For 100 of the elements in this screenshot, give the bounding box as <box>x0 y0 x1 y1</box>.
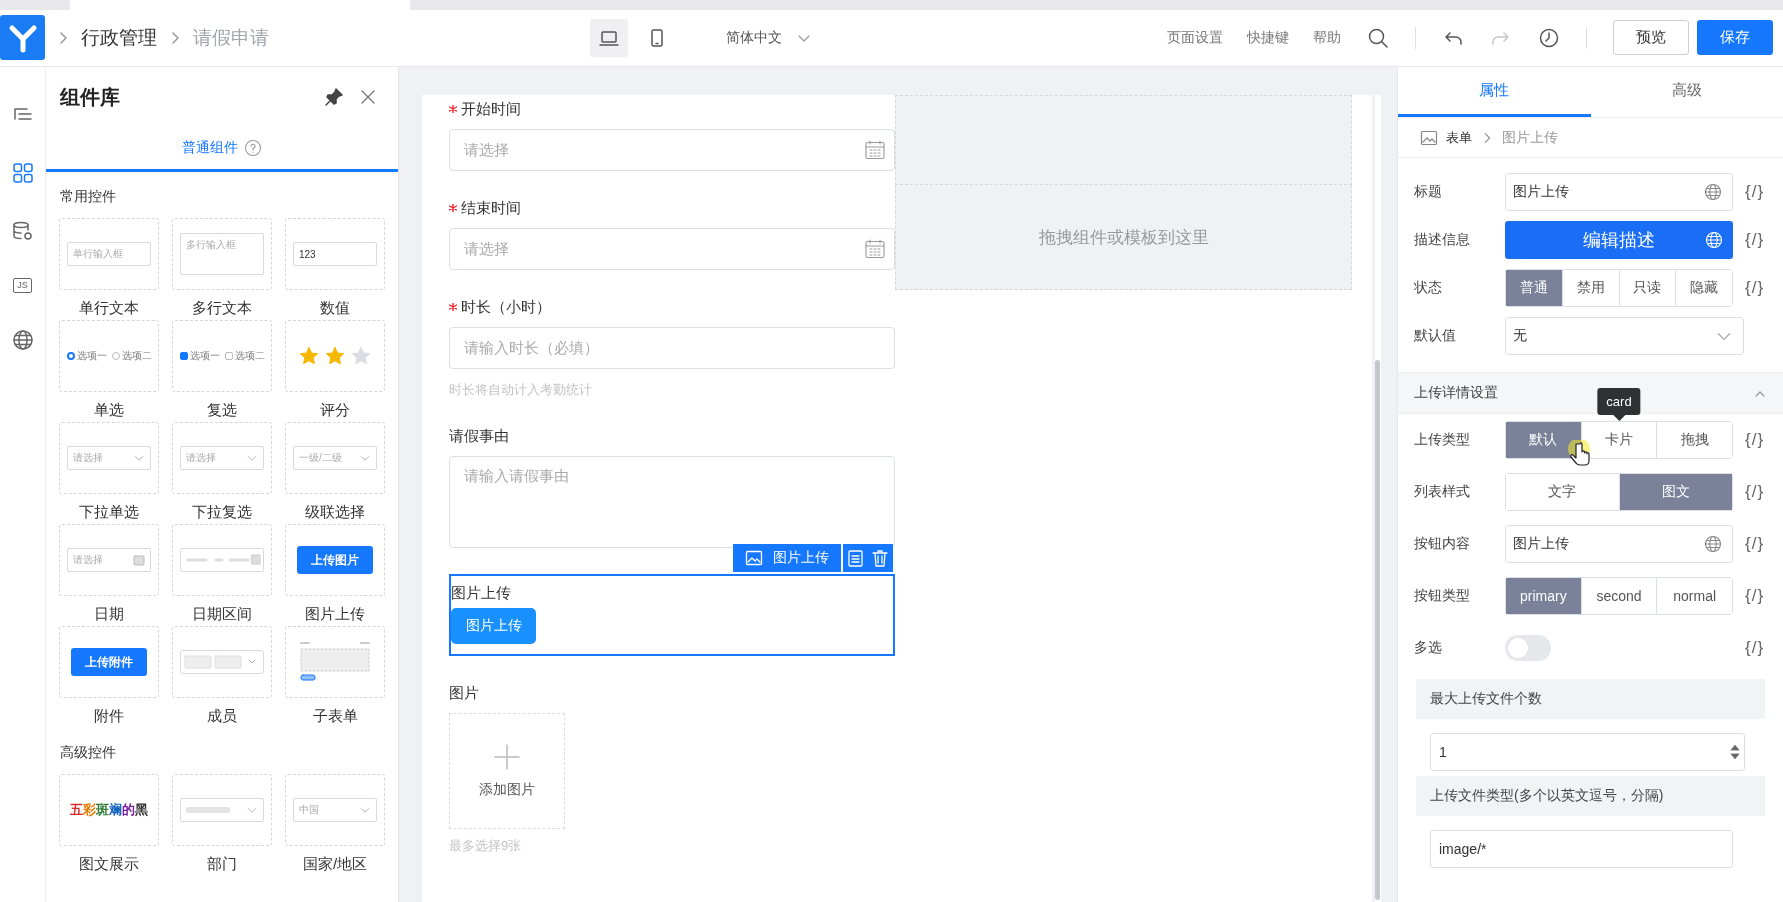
property-label: 多选 <box>1414 639 1443 657</box>
preview-field: 请选择 <box>67 548 151 572</box>
component-label: 复选 <box>207 401 237 420</box>
select-input[interactable]: 无 <box>1505 317 1744 355</box>
script-button[interactable]: JS <box>13 278 32 293</box>
component-tile[interactable]: 上传图片 <box>285 524 385 596</box>
option-label: 选项二 <box>224 349 265 363</box>
edit-description-button[interactable]: 编辑描述 <box>1505 221 1733 259</box>
search-button[interactable] <box>1367 26 1389 49</box>
section-title: 高级控件 <box>59 743 117 762</box>
history-button[interactable] <box>1538 26 1560 49</box>
component-tile[interactable] <box>172 774 272 846</box>
globe-icon <box>1705 231 1723 249</box>
delete-button[interactable] <box>870 548 890 568</box>
code-binding-button[interactable]: {/} <box>1745 586 1765 606</box>
preview-field: 单行输入框 <box>67 242 151 266</box>
segment-option[interactable]: 普通 <box>1506 270 1562 306</box>
code-binding-button[interactable]: {/} <box>1745 230 1765 250</box>
toolbar-link[interactable]: 页面设置 <box>1167 28 1223 47</box>
calendar-icon <box>864 238 886 260</box>
toolbar-link[interactable]: 帮助 <box>1313 28 1341 47</box>
component-tile[interactable]: 选项一 选项二 <box>59 320 159 392</box>
breadcrumb-current: 图片上传 <box>1502 128 1558 147</box>
image-icon <box>1420 128 1438 147</box>
code-binding-button[interactable]: {/} <box>1745 638 1765 658</box>
component-tile[interactable]: 选项一 选项二 <box>172 320 272 392</box>
segment-option[interactable]: normal <box>1656 578 1732 614</box>
pin-button[interactable] <box>324 87 344 107</box>
copy-button[interactable] <box>846 548 866 568</box>
component-tile[interactable]: 123 <box>285 218 385 290</box>
property-label: 描述信息 <box>1414 231 1471 249</box>
panel-title: 组件库 <box>60 84 120 110</box>
breadcrumb-link[interactable]: 表单 <box>1446 128 1472 147</box>
component-label: 单行文本 <box>79 299 139 318</box>
component-label: 级联选择 <box>305 503 365 522</box>
panel-tab[interactable]: 属性 <box>1398 67 1591 117</box>
panel-tab[interactable]: 高级 <box>1590 67 1783 117</box>
add-image-box[interactable]: 添加图片 <box>449 713 565 829</box>
component-label: 国家/地区 <box>302 855 368 874</box>
code-binding-button[interactable]: {/} <box>1745 182 1765 202</box>
plus-icon <box>493 743 521 771</box>
code-binding-button[interactable]: {/} <box>1745 430 1765 450</box>
segment-option[interactable]: 隐藏 <box>1675 270 1732 306</box>
option-label: 选项一 <box>66 349 107 363</box>
preview-button[interactable]: 预览 <box>1613 20 1689 56</box>
component-tile[interactable] <box>172 524 272 596</box>
component-tile[interactable] <box>172 626 272 698</box>
component-tile[interactable] <box>285 626 385 698</box>
calendar-icon <box>133 554 145 566</box>
star-icon <box>351 346 371 366</box>
component-tile[interactable] <box>285 320 385 392</box>
property-label: 按钮类型 <box>1414 587 1471 605</box>
clock-icon <box>1538 26 1560 49</box>
field-label: 结束时间 <box>461 198 521 218</box>
number-input[interactable]: 1 <box>1430 733 1745 771</box>
code-binding-button[interactable]: {/} <box>1745 482 1765 502</box>
globe-button[interactable] <box>11 329 34 351</box>
text-input[interactable]: 图片上传 <box>1505 525 1733 563</box>
segment-option[interactable]: 图文 <box>1618 474 1732 510</box>
toolbar-link[interactable]: 快捷键 <box>1247 28 1289 47</box>
property-label: 标题 <box>1414 183 1443 201</box>
text-input[interactable]: 图片上传 <box>1505 173 1733 211</box>
rich-text-preview: 五彩斑斓的黑 <box>70 801 148 819</box>
globe-icon <box>1704 535 1722 553</box>
component-label: 附件 <box>94 707 124 726</box>
component-label: 多行文本 <box>192 299 252 318</box>
preview-field: 中国 <box>293 798 377 822</box>
field-hint: 时长将自动计入考勤统计 <box>449 381 593 399</box>
copy-icon <box>846 548 866 568</box>
grid-icon <box>11 162 34 184</box>
segment-option[interactable]: 拖拽 <box>1656 422 1732 458</box>
component-label: 图文展示 <box>79 855 139 874</box>
breadcrumb-link[interactable]: 行政管理 <box>81 24 157 51</box>
component-label: 日期 <box>94 605 124 624</box>
drop-zone: 拖拽组件或模板到这里 <box>895 185 1352 290</box>
save-button[interactable]: 保存 <box>1697 20 1773 56</box>
field-label: 图片 <box>449 683 479 703</box>
language-select[interactable]: 简体中文 <box>726 28 812 47</box>
segment-option[interactable]: 默认 <box>1506 422 1581 458</box>
star-icon <box>325 346 345 366</box>
components-button[interactable] <box>11 162 34 184</box>
code-binding-button[interactable]: {/} <box>1745 278 1765 298</box>
toggle-switch[interactable] <box>1505 635 1551 661</box>
component-tile[interactable]: 上传附件 <box>59 626 159 698</box>
component-label: 下拉单选 <box>79 503 139 522</box>
globe-icon <box>1704 183 1722 201</box>
component-tile[interactable]: 五彩斑斓的黑 <box>59 774 159 846</box>
code-binding-button[interactable]: {/} <box>1745 534 1765 554</box>
property-label: 列表样式 <box>1414 483 1471 501</box>
property-label: 默认值 <box>1414 327 1457 345</box>
component-label: 评分 <box>320 401 350 420</box>
globe-icon <box>11 329 34 351</box>
desktop-view-button[interactable] <box>590 18 628 57</box>
segment-option[interactable]: primary <box>1506 578 1581 614</box>
data-button[interactable] <box>11 220 34 242</box>
text-input[interactable]: image/* <box>1430 830 1733 868</box>
field-label: 时长（小时） <box>461 297 551 317</box>
calendar-icon <box>864 139 886 161</box>
image-upload-button[interactable]: 图片上传 <box>451 608 536 644</box>
library-tab[interactable]: 普通组件 <box>46 127 398 172</box>
